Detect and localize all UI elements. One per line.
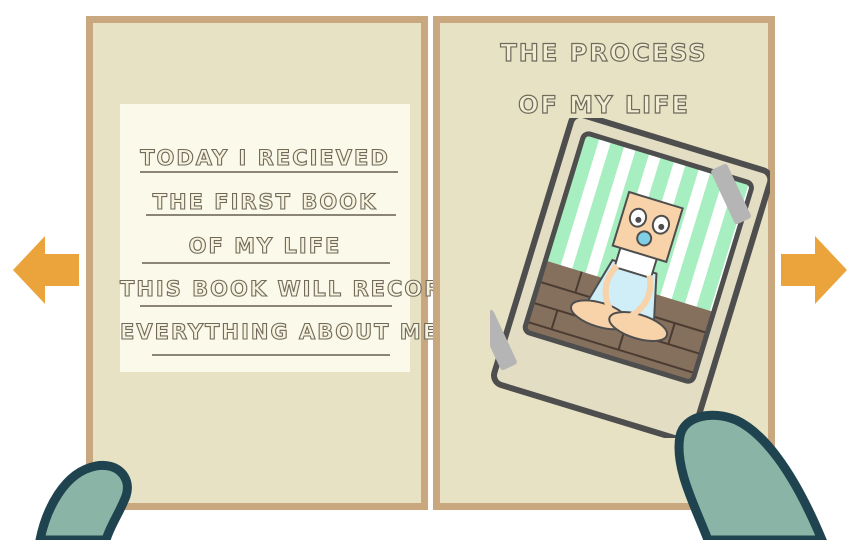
right-arrow-icon	[781, 236, 847, 304]
note-card: TODAY I RECIEVED THE FIRST BOOK OF MY LI…	[119, 104, 462, 372]
right-thumb	[674, 410, 827, 540]
note-underline-3	[142, 262, 390, 264]
note-underline-2	[146, 214, 396, 216]
prev-page-button[interactable]	[13, 236, 79, 304]
baby-photo-illustration	[490, 118, 770, 438]
page-title-line-1: THE PROCESS	[500, 38, 708, 67]
note-line-4: THIS BOOK WILL RECORD	[119, 276, 462, 301]
book-page-left: TODAY I RECIEVED THE FIRST BOOK OF MY LI…	[86, 16, 462, 510]
note-line-3: OF MY LIFE	[188, 233, 342, 258]
page-title-line-2: OF MY LIFE	[518, 90, 690, 119]
note-underline-1	[140, 171, 398, 173]
next-page-button[interactable]	[781, 236, 847, 304]
left-arrow-icon	[13, 236, 79, 304]
note-underline-4	[140, 305, 392, 307]
note-line-2: THE FIRST BOOK	[152, 189, 378, 214]
left-thumb	[35, 460, 132, 540]
note-line-5: EVERYTHING ABOUT ME	[119, 319, 440, 344]
note-line-1: TODAY I RECIEVED	[140, 145, 390, 170]
note-underline-5	[152, 354, 390, 356]
